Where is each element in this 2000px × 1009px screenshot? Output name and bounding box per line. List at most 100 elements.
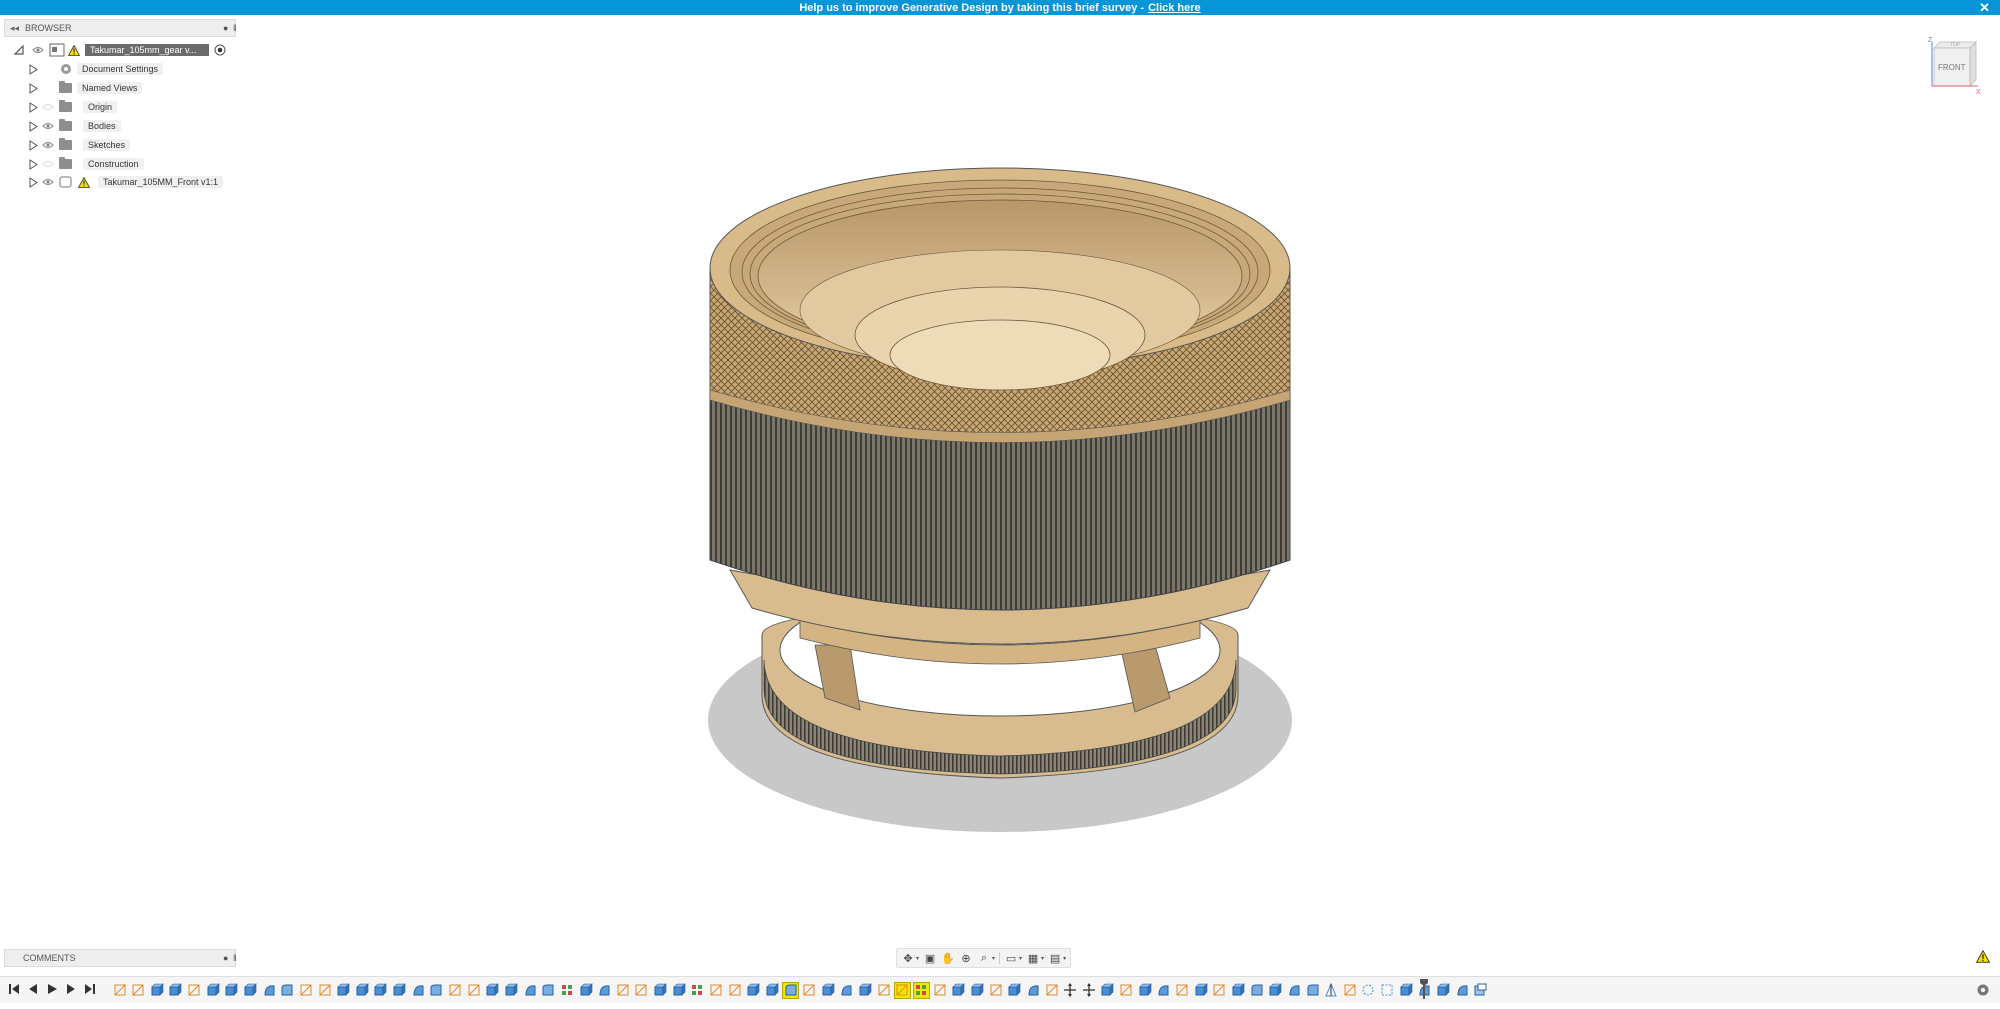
timeline-feature-fillet-icon[interactable] [1249, 983, 1264, 998]
timeline-feature-revolve-icon[interactable] [261, 983, 276, 998]
eye-hidden-icon[interactable] [42, 103, 54, 111]
timeline-feature-fillet-icon[interactable] [280, 983, 295, 998]
timeline-feature-extrude-icon[interactable] [503, 983, 518, 998]
timeline-feature-pattern-icon[interactable] [559, 983, 574, 998]
eye-icon[interactable] [42, 122, 54, 130]
timeline-feature-sketch-icon[interactable] [1175, 983, 1190, 998]
expand-triangle-icon[interactable] [28, 158, 38, 170]
timeline-feature-cut-icon[interactable] [1473, 983, 1488, 998]
timeline-feature-extrude-icon[interactable] [242, 983, 257, 998]
survey-link[interactable]: Click here [1148, 2, 1201, 14]
timeline-feature-extrude-icon[interactable] [969, 983, 984, 998]
timeline-feature-extrude-icon[interactable] [820, 983, 835, 998]
timeline-feature-pattern-icon[interactable] [912, 981, 930, 999]
tree-item-bodies[interactable]: Bodies [28, 118, 121, 134]
timeline-feature-extrude-icon[interactable] [392, 983, 407, 998]
expand-triangle-icon[interactable] [28, 139, 38, 151]
look-at-icon[interactable]: ▣ [923, 951, 937, 965]
eye-icon[interactable] [42, 141, 54, 149]
timeline-feature-revolve-icon[interactable] [597, 983, 612, 998]
timeline-feature-sketch-icon[interactable] [709, 983, 724, 998]
timeline-feature-extrude-icon[interactable] [1398, 983, 1413, 998]
timeline-feature-sketch-icon[interactable] [317, 983, 332, 998]
timeline-feature-dashed-icon[interactable] [1380, 983, 1395, 998]
timeline-feature-move-icon[interactable] [1063, 983, 1078, 998]
timeline-feature-extrude-icon[interactable] [1435, 983, 1450, 998]
timeline-feature-extrude-icon[interactable] [1100, 983, 1115, 998]
expand-triangle-icon[interactable] [28, 82, 38, 94]
timeline-marker-icon[interactable] [1420, 979, 1428, 999]
go-to-start-icon[interactable] [8, 983, 20, 995]
timeline-feature-extrude-icon[interactable] [354, 983, 369, 998]
expanded-triangle-icon[interactable] [14, 45, 24, 55]
timeline-feature-sketch-icon[interactable] [112, 983, 127, 998]
eye-hidden-icon[interactable] [42, 160, 54, 168]
timeline-feature-sketch-icon[interactable] [187, 983, 202, 998]
timeline-feature-extrude-icon[interactable] [764, 983, 779, 998]
timeline-feature-extrude-icon[interactable] [485, 983, 500, 998]
timeline-feature-mirror-icon[interactable] [1324, 983, 1339, 998]
timeline-feature-revolve-icon[interactable] [839, 983, 854, 998]
timeline-feature-sketch-icon[interactable] [1212, 983, 1227, 998]
display-settings-icon[interactable]: ▭ [1004, 951, 1018, 965]
timeline-feature-extrude-icon[interactable] [336, 983, 351, 998]
timeline-feature-extrude-icon[interactable] [1137, 983, 1152, 998]
tree-item-construction[interactable]: Construction [28, 156, 144, 172]
timeline-feature-extrude-icon[interactable] [746, 983, 761, 998]
timeline-feature-extrude-icon[interactable] [1007, 983, 1022, 998]
timeline-feature-sketch-icon[interactable] [131, 983, 146, 998]
expand-triangle-icon[interactable] [28, 176, 38, 188]
caret-icon[interactable]: ▾ [916, 955, 919, 962]
timeline-feature-sketch-icon[interactable] [802, 983, 817, 998]
timeline-feature-revolve-icon[interactable] [1286, 983, 1301, 998]
grid-settings-icon[interactable]: ▦ [1026, 951, 1040, 965]
expand-triangle-icon[interactable] [28, 63, 38, 75]
timeline-feature-sketch-icon[interactable] [615, 983, 630, 998]
timeline-feature-revolve-icon[interactable] [522, 983, 537, 998]
caret-icon[interactable]: ▾ [1019, 955, 1022, 962]
timeline-feature-sketch-icon[interactable] [1342, 983, 1357, 998]
timeline-feature-sketch-icon[interactable] [932, 983, 947, 998]
panel-pin-icon[interactable]: ‖ [233, 23, 237, 33]
timeline-feature-sketch-icon[interactable] [727, 983, 742, 998]
timeline-feature-sketch-icon[interactable] [634, 983, 649, 998]
timeline-feature-sketch-icon[interactable] [893, 981, 911, 999]
timeline-feature-fillet-icon[interactable] [782, 981, 800, 999]
timeline-feature-extrude-icon[interactable] [671, 983, 686, 998]
expand-triangle-icon[interactable] [28, 120, 38, 132]
timeline-feature-sketch-icon[interactable] [988, 983, 1003, 998]
timeline-feature-revolve-icon[interactable] [1454, 983, 1469, 998]
timeline-feature-sketch-icon[interactable] [448, 983, 463, 998]
comments-options-icon[interactable]: ● [223, 953, 228, 963]
timeline-feature-extrude-icon[interactable] [951, 983, 966, 998]
timeline-feature-sketch-icon[interactable] [1044, 983, 1059, 998]
caret-icon[interactable]: ▾ [1041, 955, 1044, 962]
step-back-icon[interactable] [27, 983, 39, 995]
caret-icon[interactable]: ▾ [992, 955, 995, 962]
lens-gear-model[interactable] [700, 150, 1300, 840]
tree-item-named-views[interactable]: Named Views [28, 80, 143, 96]
timeline-feature-extrude-icon[interactable] [1230, 983, 1245, 998]
expand-triangle-icon[interactable] [28, 101, 38, 113]
timeline-feature-extrude-icon[interactable] [578, 983, 593, 998]
timeline-feature-sketch-icon[interactable] [466, 983, 481, 998]
timeline-feature-revolve-icon[interactable] [1156, 983, 1171, 998]
tree-item-origin[interactable]: Origin [28, 99, 118, 115]
comments-panel-header[interactable]: COMMENTS ● ‖ [4, 949, 237, 967]
timeline-feature-sketch-icon[interactable] [1119, 983, 1134, 998]
timeline-feature-sketch-icon[interactable] [876, 983, 891, 998]
tree-item-document-settings[interactable]: Document Settings [28, 61, 164, 77]
comments-pin-icon[interactable]: ‖ [233, 953, 237, 963]
timeline-feature-joint-icon[interactable] [1361, 983, 1376, 998]
timeline-feature-sketch-icon[interactable] [298, 983, 313, 998]
step-forward-icon[interactable] [65, 983, 77, 995]
timeline-feature-extrude-icon[interactable] [224, 983, 239, 998]
timeline-feature-move-icon[interactable] [1081, 983, 1096, 998]
timeline-feature-extrude-icon[interactable] [373, 983, 388, 998]
timeline-settings-gear-icon[interactable] [1976, 983, 1990, 997]
timeline-feature-pattern-icon[interactable] [690, 983, 705, 998]
fit-icon[interactable]: ⌕ [977, 951, 991, 965]
zoom-icon[interactable]: ⊕ [959, 951, 973, 965]
collapse-panel-icon[interactable]: ◂◂ [10, 23, 19, 34]
play-icon[interactable] [46, 983, 58, 995]
